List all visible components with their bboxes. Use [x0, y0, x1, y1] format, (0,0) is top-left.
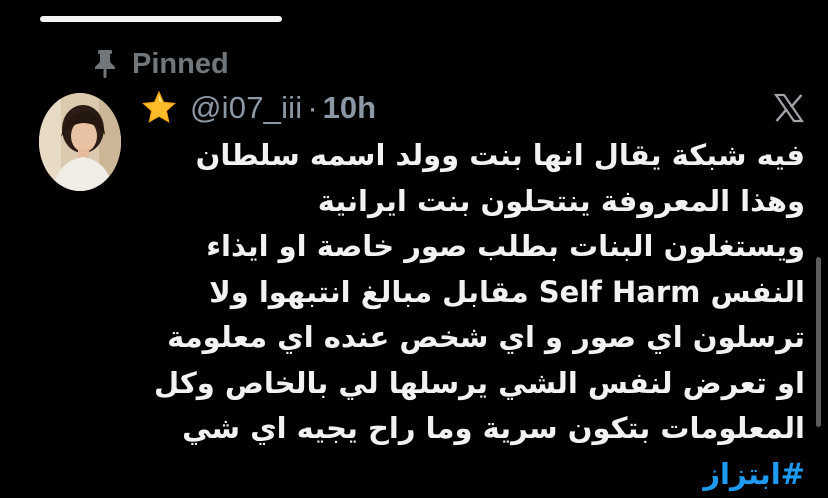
- tweet-line: المعلومات بتكون سرية وما راح يجيه اي شي: [182, 411, 805, 445]
- pinned-label: Pinned: [132, 47, 229, 80]
- pin-icon: [92, 48, 118, 80]
- tweet-body: فيه شبكة يقال انها بنت وولد اسمه سلطان و…: [153, 133, 805, 498]
- tweet-timestamp[interactable]: 10h: [323, 90, 376, 126]
- tweet-line: فيه شبكة يقال انها بنت وولد اسمه سلطان: [195, 138, 805, 172]
- tweet-line: ويستغلون البنات بطلب صور خاصة او ايذاء: [206, 229, 805, 263]
- tweet-line: ترسلون اي صور و اي شخص عنده اي معلومة: [167, 320, 805, 354]
- tweet-line: او تعرض لنفس الشي يرسلها لي بالخاص وكل: [153, 365, 805, 400]
- tweet-header: @i07_iii · 10h: [140, 86, 376, 130]
- active-tab-indicator: [40, 16, 282, 22]
- hashtag-link[interactable]: #ابتزاز: [165, 452, 805, 498]
- tweet-line: النفس Self Harm مقابل مبالغ انتبهوا ولا: [209, 274, 805, 309]
- header-separator: ·: [307, 90, 318, 125]
- author-handle[interactable]: @i07_iii: [190, 90, 302, 126]
- pinned-indicator: Pinned: [92, 46, 229, 82]
- tweet-line: وهذا المعروفة ينتحلون بنت ايرانية: [317, 183, 805, 218]
- avatar[interactable]: [39, 93, 121, 191]
- scrollbar[interactable]: [816, 257, 821, 427]
- x-logo-icon[interactable]: [773, 92, 805, 124]
- star-icon: [140, 89, 178, 127]
